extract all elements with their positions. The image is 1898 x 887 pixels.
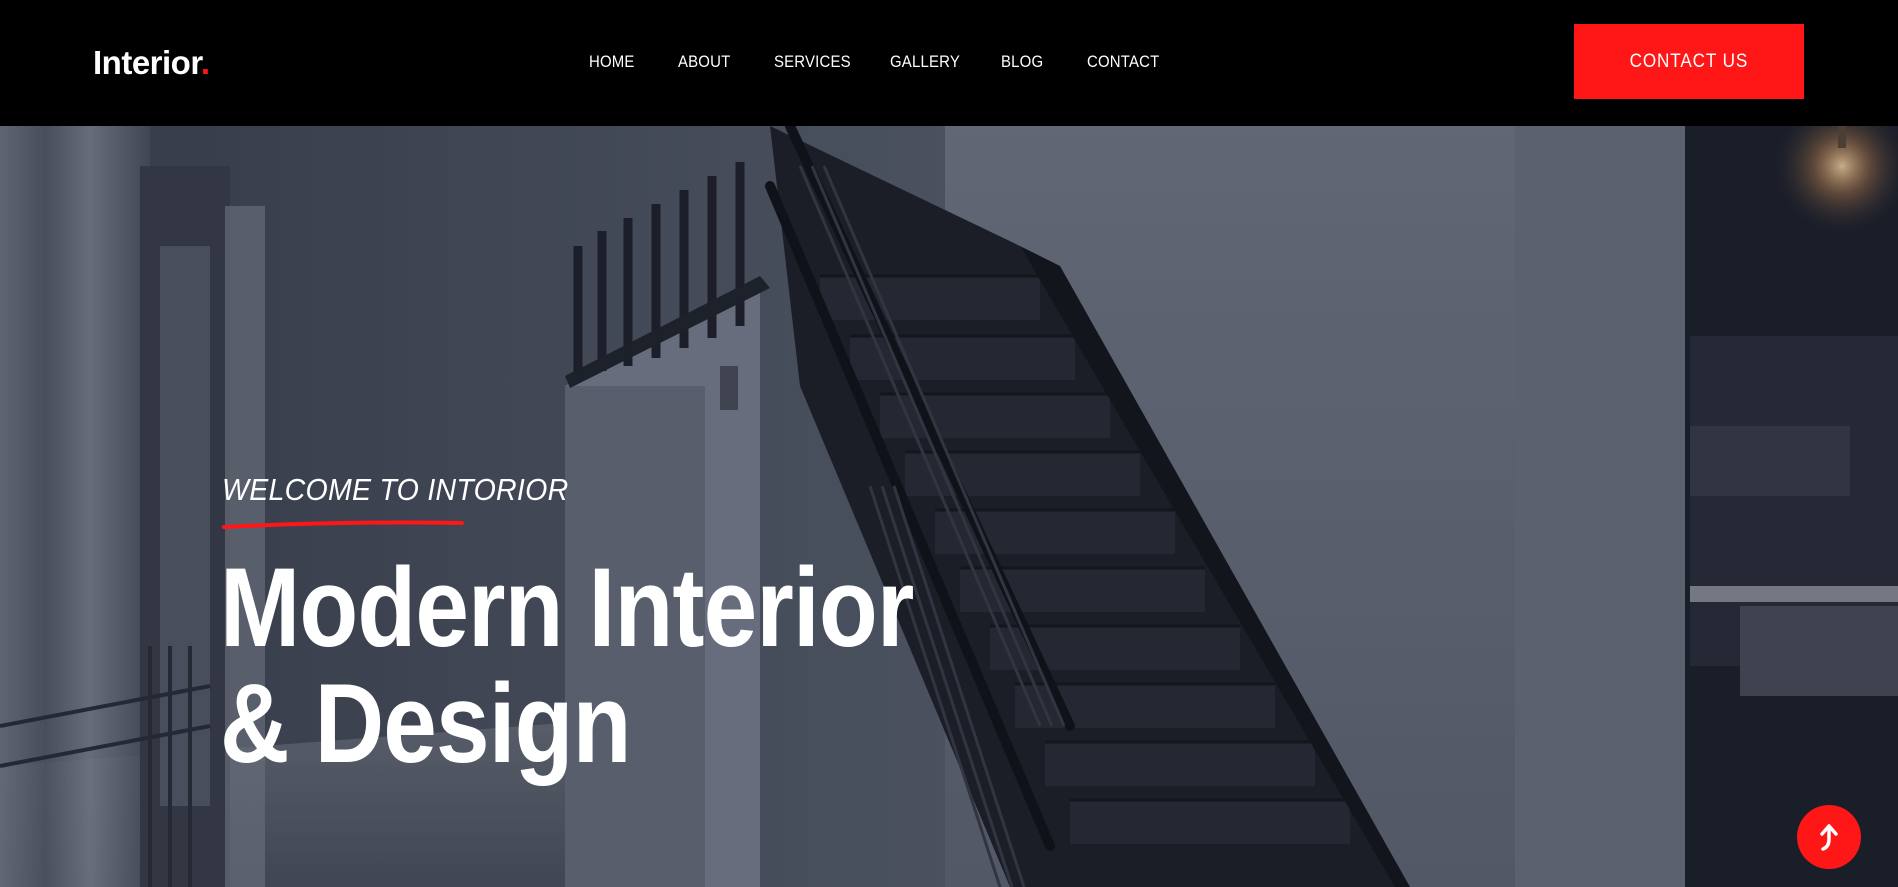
hero-title-line-2: & Design <box>220 661 631 786</box>
nav-item-about[interactable]: ABOUT <box>678 52 730 72</box>
site-header: Interior. HOME ABOUT SERVICES GALLERY BL… <box>0 0 1898 126</box>
nav-item-services[interactable]: SERVICES <box>774 52 851 72</box>
contact-us-label: CONTACT US <box>1629 50 1749 72</box>
nav-item-blog[interactable]: BLOG <box>1001 52 1043 72</box>
hero-title-line-1: Modern Interior <box>220 545 914 670</box>
contact-us-button[interactable]: CONTACT US <box>1574 24 1804 99</box>
hero-title: Modern Interior & Design <box>220 545 914 786</box>
arrow-up-icon <box>1820 824 1838 851</box>
hero-eyebrow: WELCOME TO INTORIOR <box>222 472 569 507</box>
nav-item-gallery[interactable]: GALLERY <box>890 52 960 72</box>
nav-item-home[interactable]: HOME <box>589 52 635 72</box>
nav-item-contact[interactable]: CONTACT <box>1087 52 1159 72</box>
scroll-to-top-button[interactable] <box>1797 805 1861 869</box>
eyebrow-underline <box>222 520 464 529</box>
hero-section: WELCOME TO INTORIOR Modern Interior & De… <box>0 126 1898 887</box>
